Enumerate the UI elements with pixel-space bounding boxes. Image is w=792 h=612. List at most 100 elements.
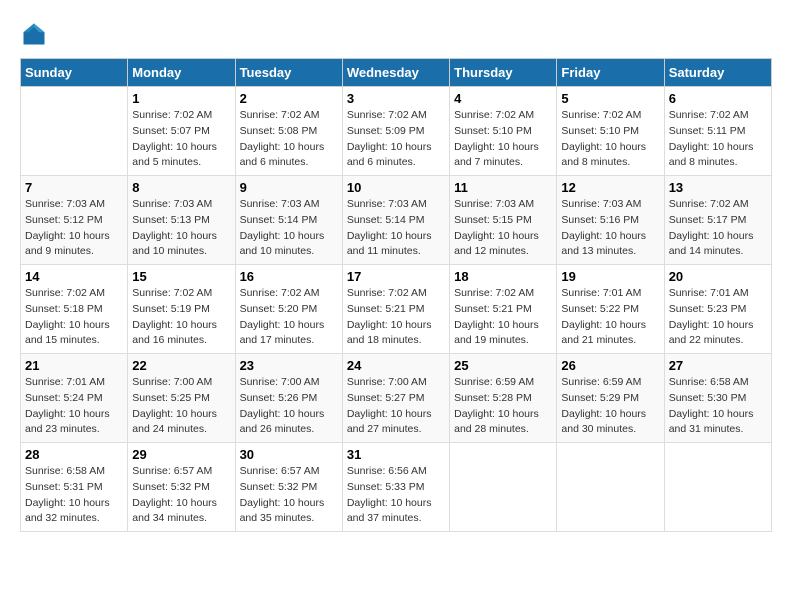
day-info: Sunrise: 7:03 AM Sunset: 5:16 PM Dayligh… [561, 197, 659, 260]
header-monday: Monday [128, 59, 235, 87]
day-cell: 4Sunrise: 7:02 AM Sunset: 5:10 PM Daylig… [450, 87, 557, 176]
day-number: 19 [561, 269, 659, 284]
day-number: 2 [240, 91, 338, 106]
day-info: Sunrise: 7:00 AM Sunset: 5:25 PM Dayligh… [132, 375, 230, 438]
day-info: Sunrise: 6:56 AM Sunset: 5:33 PM Dayligh… [347, 464, 445, 527]
calendar-table: SundayMondayTuesdayWednesdayThursdayFrid… [20, 58, 772, 532]
day-number: 22 [132, 358, 230, 373]
day-info: Sunrise: 7:02 AM Sunset: 5:09 PM Dayligh… [347, 108, 445, 171]
day-info: Sunrise: 7:00 AM Sunset: 5:26 PM Dayligh… [240, 375, 338, 438]
day-cell: 9Sunrise: 7:03 AM Sunset: 5:14 PM Daylig… [235, 176, 342, 265]
day-info: Sunrise: 7:02 AM Sunset: 5:08 PM Dayligh… [240, 108, 338, 171]
day-number: 23 [240, 358, 338, 373]
day-cell: 8 Sunrise: 7:03 AM Sunset: 5:13 PM Daylig… [128, 176, 235, 265]
header-wednesday: Wednesday [342, 59, 449, 87]
day-number: 27 [669, 358, 767, 373]
day-info: Sunrise: 7:02 AM Sunset: 5:20 PM Dayligh… [240, 286, 338, 349]
day-cell: 27Sunrise: 6:58 AM Sunset: 5:30 PM Dayli… [664, 354, 771, 443]
day-info: Sunrise: 6:57 AM Sunset: 5:32 PM Dayligh… [240, 464, 338, 527]
day-info: Sunrise: 6:57 AM Sunset: 5:32 PM Dayligh… [132, 464, 230, 527]
day-number: 12 [561, 180, 659, 195]
day-cell: 5Sunrise: 7:02 AM Sunset: 5:10 PM Daylig… [557, 87, 664, 176]
day-cell: 14 Sunrise: 7:02 AM Sunset: 5:18 PM Dayli… [21, 265, 128, 354]
day-number: 9 [240, 180, 338, 195]
day-number: 1 [132, 91, 230, 106]
day-info: Sunrise: 7:01 AM Sunset: 5:24 PM Dayligh… [25, 375, 123, 438]
day-number: 24 [347, 358, 445, 373]
day-info: Sunrise: 7:03 AM Sunset: 5:13 PM Dayligh… [132, 197, 230, 260]
day-cell [21, 87, 128, 176]
calendar-header-row: SundayMondayTuesdayWednesdayThursdayFrid… [21, 59, 772, 87]
day-info: Sunrise: 6:59 AM Sunset: 5:28 PM Dayligh… [454, 375, 552, 438]
day-number: 14 [25, 269, 123, 284]
header-saturday: Saturday [664, 59, 771, 87]
week-row-4: 21 Sunrise: 7:01 AM Sunset: 5:24 PM Dayli… [21, 354, 772, 443]
day-cell: 13 Sunrise: 7:02 AM Sunset: 5:17 PM Dayli… [664, 176, 771, 265]
day-number: 17 [347, 269, 445, 284]
day-cell: 29 Sunrise: 6:57 AM Sunset: 5:32 PM Dayli… [128, 443, 235, 532]
header-friday: Friday [557, 59, 664, 87]
logo-icon [20, 20, 48, 48]
day-number: 21 [25, 358, 123, 373]
day-info: Sunrise: 7:03 AM Sunset: 5:15 PM Dayligh… [454, 197, 552, 260]
day-number: 29 [132, 447, 230, 462]
day-number: 11 [454, 180, 552, 195]
day-cell: 6 Sunrise: 7:02 AM Sunset: 5:11 PM Daylig… [664, 87, 771, 176]
day-cell: 2 Sunrise: 7:02 AM Sunset: 5:08 PM Daylig… [235, 87, 342, 176]
header-tuesday: Tuesday [235, 59, 342, 87]
day-cell: 11 Sunrise: 7:03 AM Sunset: 5:15 PM Dayli… [450, 176, 557, 265]
week-row-1: 1 Sunrise: 7:02 AM Sunset: 5:07 PM Daylig… [21, 87, 772, 176]
day-info: Sunrise: 6:59 AM Sunset: 5:29 PM Dayligh… [561, 375, 659, 438]
day-cell: 24 Sunrise: 7:00 AM Sunset: 5:27 PM Dayli… [342, 354, 449, 443]
day-info: Sunrise: 7:02 AM Sunset: 5:07 PM Dayligh… [132, 108, 230, 171]
week-row-2: 7Sunrise: 7:03 AM Sunset: 5:12 PM Daylig… [21, 176, 772, 265]
day-number: 25 [454, 358, 552, 373]
calendar-body: 1 Sunrise: 7:02 AM Sunset: 5:07 PM Daylig… [21, 87, 772, 532]
day-cell: 7Sunrise: 7:03 AM Sunset: 5:12 PM Daylig… [21, 176, 128, 265]
day-info: Sunrise: 7:01 AM Sunset: 5:22 PM Dayligh… [561, 286, 659, 349]
day-cell: 30 Sunrise: 6:57 AM Sunset: 5:32 PM Dayli… [235, 443, 342, 532]
day-cell: 23 Sunrise: 7:00 AM Sunset: 5:26 PM Dayli… [235, 354, 342, 443]
day-cell: 15 Sunrise: 7:02 AM Sunset: 5:19 PM Dayli… [128, 265, 235, 354]
day-cell: 20 Sunrise: 7:01 AM Sunset: 5:23 PM Dayli… [664, 265, 771, 354]
day-cell: 18 Sunrise: 7:02 AM Sunset: 5:21 PM Dayli… [450, 265, 557, 354]
day-cell: 19 Sunrise: 7:01 AM Sunset: 5:22 PM Dayli… [557, 265, 664, 354]
day-number: 31 [347, 447, 445, 462]
day-number: 13 [669, 180, 767, 195]
day-cell [557, 443, 664, 532]
day-info: Sunrise: 7:02 AM Sunset: 5:17 PM Dayligh… [669, 197, 767, 260]
day-number: 4 [454, 91, 552, 106]
day-number: 5 [561, 91, 659, 106]
header-thursday: Thursday [450, 59, 557, 87]
day-cell: 3Sunrise: 7:02 AM Sunset: 5:09 PM Daylig… [342, 87, 449, 176]
day-cell: 21 Sunrise: 7:01 AM Sunset: 5:24 PM Dayli… [21, 354, 128, 443]
page-header [20, 20, 772, 48]
day-number: 18 [454, 269, 552, 284]
day-number: 16 [240, 269, 338, 284]
day-cell [450, 443, 557, 532]
day-info: Sunrise: 6:58 AM Sunset: 5:31 PM Dayligh… [25, 464, 123, 527]
day-info: Sunrise: 7:00 AM Sunset: 5:27 PM Dayligh… [347, 375, 445, 438]
day-number: 8 [132, 180, 230, 195]
day-info: Sunrise: 7:02 AM Sunset: 5:11 PM Dayligh… [669, 108, 767, 171]
day-number: 10 [347, 180, 445, 195]
day-cell: 31 Sunrise: 6:56 AM Sunset: 5:33 PM Dayli… [342, 443, 449, 532]
day-cell: 12 Sunrise: 7:03 AM Sunset: 5:16 PM Dayli… [557, 176, 664, 265]
day-cell [664, 443, 771, 532]
week-row-5: 28 Sunrise: 6:58 AM Sunset: 5:31 PM Dayli… [21, 443, 772, 532]
day-cell: 26 Sunrise: 6:59 AM Sunset: 5:29 PM Dayli… [557, 354, 664, 443]
day-info: Sunrise: 7:02 AM Sunset: 5:18 PM Dayligh… [25, 286, 123, 349]
day-cell: 22 Sunrise: 7:00 AM Sunset: 5:25 PM Dayli… [128, 354, 235, 443]
day-info: Sunrise: 7:02 AM Sunset: 5:21 PM Dayligh… [347, 286, 445, 349]
day-number: 6 [669, 91, 767, 106]
day-number: 15 [132, 269, 230, 284]
day-info: Sunrise: 7:02 AM Sunset: 5:21 PM Dayligh… [454, 286, 552, 349]
day-info: Sunrise: 7:03 AM Sunset: 5:12 PM Dayligh… [25, 197, 123, 260]
day-number: 28 [25, 447, 123, 462]
day-number: 30 [240, 447, 338, 462]
day-number: 20 [669, 269, 767, 284]
day-number: 26 [561, 358, 659, 373]
day-cell: 28 Sunrise: 6:58 AM Sunset: 5:31 PM Dayli… [21, 443, 128, 532]
day-info: Sunrise: 7:02 AM Sunset: 5:19 PM Dayligh… [132, 286, 230, 349]
day-info: Sunrise: 7:01 AM Sunset: 5:23 PM Dayligh… [669, 286, 767, 349]
